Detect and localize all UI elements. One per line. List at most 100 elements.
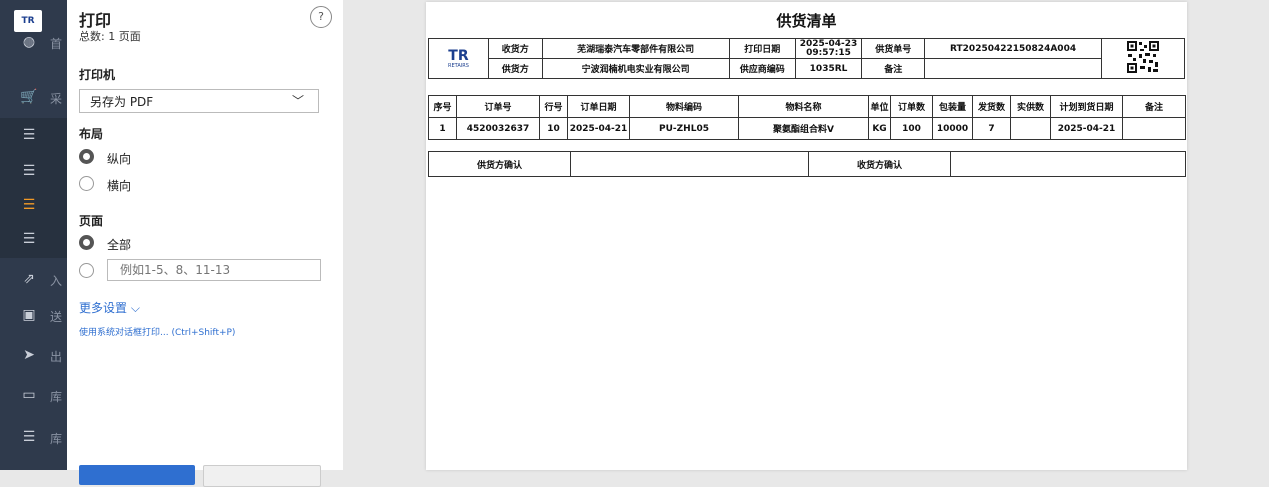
send-icon: ➤ bbox=[23, 347, 35, 363]
sidebar-item-label: 采 bbox=[50, 92, 63, 106]
dashboard-icon: ◍ bbox=[22, 34, 36, 50]
pages-range-option[interactable] bbox=[79, 259, 329, 283]
sidebar-item-label: 库 bbox=[50, 390, 63, 404]
table-cell: 1 bbox=[428, 117, 457, 140]
sidebar-item-6[interactable]: ⇗ 入 bbox=[0, 262, 67, 298]
system-dialog-link[interactable]: 使用系统对话框打印... (Ctrl+Shift+P) bbox=[79, 325, 235, 338]
scan-icon: ▣ bbox=[22, 307, 36, 323]
cart-icon: 🛒 bbox=[20, 89, 38, 105]
sidebar-item-8[interactable]: ➤ 出 bbox=[0, 338, 67, 374]
layout-landscape-label: 横向 bbox=[107, 179, 132, 193]
cancel-button[interactable] bbox=[203, 465, 321, 487]
save-button[interactable] bbox=[79, 465, 195, 485]
table-cell: 100 bbox=[890, 117, 933, 140]
radio-selected[interactable] bbox=[79, 235, 94, 250]
list-icon: ☰ bbox=[22, 163, 36, 179]
column-header: 发货数 bbox=[972, 95, 1011, 118]
sidebar-item-9[interactable]: ▭ 库 bbox=[0, 378, 67, 414]
supplier-confirm-value bbox=[570, 151, 809, 177]
supplier-code-value: 1035RL bbox=[794, 58, 863, 79]
table-cell bbox=[1122, 117, 1186, 140]
app-sidebar: TR ◍ 首 🛒 采 ☰ ☰ ☰ ☰ ⇗ 入 ▣ 送 ➤ 出 ▭ 库 ☰ 库 bbox=[0, 0, 67, 470]
layout-portrait-label: 纵向 bbox=[107, 152, 132, 166]
items-table: 序号 订单号 行号 订单日期 物料编码 物料名称 单位 订单数 包装量 发货数 实供数 计划到货日期备… bbox=[428, 95, 1186, 140]
supplier-confirm-label: 供货方确认 bbox=[428, 151, 571, 177]
document-title: 供货清单 bbox=[776, 12, 837, 30]
supply-no-label: 供货单号 bbox=[861, 38, 926, 59]
sidebar-item-2[interactable]: ☰ bbox=[0, 118, 67, 154]
layout-label: 布局 bbox=[79, 127, 104, 141]
column-header: 订单日期 bbox=[567, 95, 630, 118]
sidebar-item-1[interactable]: 🛒 采 bbox=[0, 80, 67, 116]
chevron-down-icon: ﹀ bbox=[291, 94, 304, 108]
printer-value: 另存为 PDF bbox=[90, 95, 154, 109]
table-cell: 10 bbox=[539, 117, 568, 140]
receiver-confirm-label: 收货方确认 bbox=[808, 151, 951, 177]
sidebar-item-7[interactable]: ▣ 送 bbox=[0, 298, 67, 334]
print-date-value: 2025-04-23 09:57:15 bbox=[794, 38, 863, 59]
column-header: 实供数 bbox=[1010, 95, 1051, 118]
supply-no-value: RT20250422150824A004 bbox=[924, 38, 1102, 59]
qr-code-icon bbox=[1100, 38, 1186, 79]
supplier-label: 供货方 bbox=[487, 58, 543, 79]
pages-label: 页面 bbox=[79, 214, 104, 228]
table-cell bbox=[1010, 117, 1051, 140]
column-header: 物料名称 bbox=[738, 95, 869, 118]
column-header: 订单数 bbox=[890, 95, 933, 118]
company-logo: TR RETAIRS bbox=[428, 38, 489, 79]
print-time: 09:57:15 bbox=[806, 47, 851, 58]
column-header: 物料编码 bbox=[629, 95, 739, 118]
remark-value bbox=[924, 58, 1102, 79]
list-icon: ☰ bbox=[22, 197, 36, 213]
confirmation-table: 供货方确认 收货方确认 bbox=[428, 151, 1186, 177]
radio-unselected[interactable] bbox=[79, 263, 94, 278]
print-date-label: 打印日期 bbox=[728, 38, 796, 59]
print-preview-page: 供货清单 TR RETAIRS 收货方 芜湖瑞泰汽车零部件有限公司 打印日期 2… bbox=[426, 2, 1187, 470]
table-cell: PU-ZHL05 bbox=[629, 117, 739, 140]
column-header: 订单号 bbox=[456, 95, 540, 118]
table-cell: KG bbox=[868, 117, 891, 140]
column-header: 行号 bbox=[539, 95, 568, 118]
sidebar-item-label: 库 bbox=[50, 432, 63, 446]
pages-range-input[interactable] bbox=[107, 259, 321, 281]
logo-mark: TR bbox=[448, 47, 469, 64]
column-header: 计划到货日期 bbox=[1050, 95, 1123, 118]
supplier-code-label: 供应商编码 bbox=[728, 58, 796, 79]
table-cell: 2025-04-21 bbox=[1050, 117, 1123, 140]
table-cell: 聚氨酯组合料V bbox=[738, 117, 869, 140]
sidebar-item-label: 送 bbox=[50, 310, 63, 324]
sidebar-item-5[interactable]: ☰ bbox=[0, 222, 67, 258]
remark-label: 备注 bbox=[861, 58, 926, 79]
column-header: 包装量 bbox=[932, 95, 973, 118]
sidebar-item-label: 首 bbox=[50, 37, 63, 51]
printer-label: 打印机 bbox=[79, 68, 116, 82]
sidebar-item-3[interactable]: ☰ bbox=[0, 154, 67, 190]
header-table: TR RETAIRS 收货方 芜湖瑞泰汽车零部件有限公司 打印日期 2025-0… bbox=[428, 38, 1186, 79]
print-settings-panel: 打印 总数: 1 页面 ? 打印机 另存为 PDF ﹀ 布局 纵向 横向 页面 … bbox=[67, 0, 343, 487]
page-count: 总数: 1 页面 bbox=[79, 30, 141, 43]
table-cell: 4520032637 bbox=[456, 117, 540, 140]
menu-icon: ☰ bbox=[22, 429, 36, 445]
pages-all-label: 全部 bbox=[107, 238, 132, 252]
supplier-value: 宁波润楠机电实业有限公司 bbox=[541, 58, 730, 79]
help-icon[interactable]: ? bbox=[310, 6, 332, 28]
table-row: 1 4520032637 10 2025-04-21 PU-ZHL05 聚氨酯组合料V KG… bbox=[428, 117, 1186, 140]
receiver-label: 收货方 bbox=[487, 38, 543, 59]
table-cell: 10000 bbox=[932, 117, 973, 140]
column-header: 备注 bbox=[1122, 95, 1186, 118]
table-header-row: 序号 订单号 行号 订单日期 物料编码 物料名称 单位 订单数 包装量 发货数 实供数 计划到货日期备… bbox=[428, 95, 1186, 118]
monitor-icon: ▭ bbox=[22, 387, 36, 403]
sidebar-item-label: 入 bbox=[50, 274, 63, 288]
logo-subtext: RETAIRS bbox=[448, 62, 469, 69]
sidebar-item-0[interactable]: ◍ 首 bbox=[0, 25, 67, 61]
table-cell: 2025-04-21 bbox=[567, 117, 630, 140]
printer-select[interactable]: 另存为 PDF ﹀ bbox=[79, 89, 319, 113]
sidebar-item-4[interactable]: ☰ bbox=[0, 188, 67, 224]
list-icon: ☰ bbox=[22, 127, 36, 143]
table-cell: 7 bbox=[972, 117, 1011, 140]
radio-selected[interactable] bbox=[79, 149, 94, 164]
sidebar-item-10[interactable]: ☰ 库 bbox=[0, 420, 67, 456]
more-settings-link[interactable]: 更多设置 ⌵ bbox=[79, 299, 140, 316]
list-icon: ☰ bbox=[22, 231, 36, 247]
radio-unselected[interactable] bbox=[79, 176, 94, 191]
